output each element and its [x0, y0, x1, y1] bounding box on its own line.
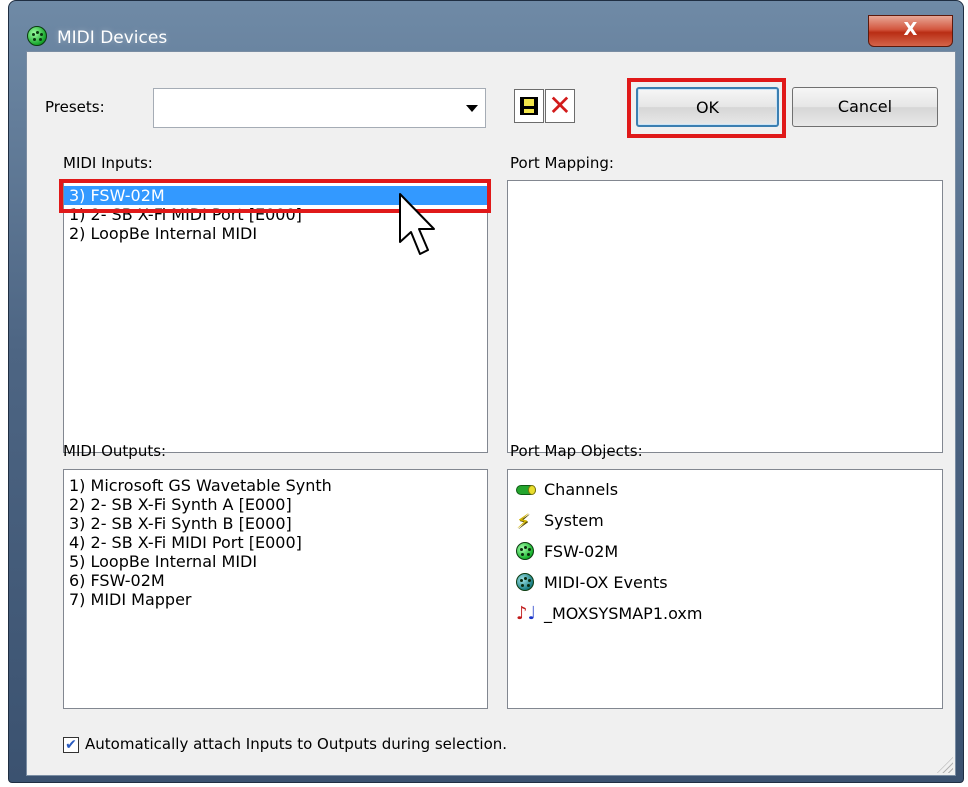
close-button[interactable]: X — [868, 15, 953, 47]
midi-port-green-icon — [516, 542, 534, 560]
floppy-disk-icon — [520, 97, 538, 115]
port-map-objects-label: Port Map Objects: — [510, 442, 643, 460]
port-map-object-midiox-events[interactable]: MIDI-OX Events — [508, 567, 942, 598]
port-map-object-channels[interactable]: Channels — [508, 474, 942, 505]
mouse-pointer-icon — [399, 193, 435, 255]
presets-label: Presets: — [45, 98, 105, 116]
save-preset-button[interactable] — [514, 89, 544, 123]
lightning-icon: ⚡ — [516, 509, 531, 533]
midi-outputs-list: 1) Microsoft GS Wavetable Synth 2) 2- SB… — [64, 470, 487, 609]
cancel-button[interactable]: Cancel — [792, 87, 938, 127]
midi-output-item[interactable]: 3) 2- SB X-Fi Synth B [E000] — [64, 514, 487, 533]
midi-outputs-label: MIDI Outputs: — [63, 442, 167, 460]
port-map-objects-list: Channels ⚡ System FSW-02M MIDI-OX Events… — [508, 470, 942, 629]
red-x-icon: ✕ — [548, 89, 572, 122]
dialog-window: MIDI Devices X Presets: ✕ OK Cancel MIDI… — [8, 0, 964, 783]
port-map-object-sysmap[interactable]: ♪♩ _MOXSYSMAP1.oxm — [508, 598, 942, 629]
midi-output-item[interactable]: 1) Microsoft GS Wavetable Synth — [64, 476, 487, 495]
midi-output-item[interactable]: 2) 2- SB X-Fi Synth A [E000] — [64, 495, 487, 514]
port-map-objects-listbox[interactable]: Channels ⚡ System FSW-02M MIDI-OX Events… — [507, 469, 943, 709]
midi-port-teal-icon — [516, 573, 534, 591]
midi-output-item[interactable]: 6) FSW-02M — [64, 571, 487, 590]
channels-icon — [516, 485, 536, 495]
delete-preset-button[interactable]: ✕ — [545, 89, 575, 123]
auto-attach-checkbox[interactable]: ✔ — [63, 737, 79, 753]
midi-port-app-icon — [27, 26, 47, 46]
presets-combobox[interactable] — [153, 88, 486, 128]
resize-grip[interactable] — [937, 757, 953, 773]
auto-attach-label[interactable]: Automatically attach Inputs to Outputs d… — [85, 735, 507, 753]
ok-button[interactable]: OK — [636, 87, 779, 127]
port-map-object-fsw[interactable]: FSW-02M — [508, 536, 942, 567]
midi-output-item[interactable]: 5) LoopBe Internal MIDI — [64, 552, 487, 571]
dialog-client-area: Presets: ✕ OK Cancel MIDI Inputs: 3) FSW… — [26, 51, 956, 776]
port-map-object-label: MIDI-OX Events — [544, 573, 668, 592]
port-mapping-label: Port Mapping: — [510, 154, 614, 172]
port-map-object-label: Channels — [544, 480, 619, 499]
port-map-object-label: _MOXSYSMAP1.oxm — [544, 604, 703, 623]
port-map-object-label: System — [544, 511, 604, 530]
midi-output-item[interactable]: 7) MIDI Mapper — [64, 590, 487, 609]
title-bar[interactable]: MIDI Devices X — [9, 1, 963, 51]
midi-inputs-label: MIDI Inputs: — [63, 154, 153, 172]
port-map-object-system[interactable]: ⚡ System — [508, 505, 942, 536]
midi-output-item[interactable]: 4) 2- SB X-Fi MIDI Port [E000] — [64, 533, 487, 552]
dropdown-arrow-icon[interactable] — [466, 105, 478, 112]
port-map-object-label: FSW-02M — [544, 542, 619, 561]
midi-outputs-listbox[interactable]: 1) Microsoft GS Wavetable Synth 2) 2- SB… — [63, 469, 488, 709]
music-notes-icon: ♪♩ — [516, 603, 536, 624]
window-title: MIDI Devices — [57, 28, 168, 48]
port-mapping-listbox[interactable] — [507, 180, 943, 453]
